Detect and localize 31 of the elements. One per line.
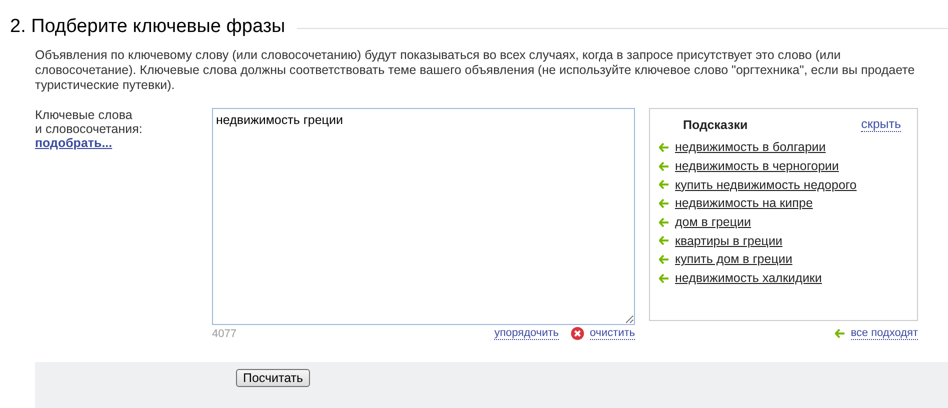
field-label-line: и словосочетания: [35,122,144,136]
arrow-left-icon [834,329,845,338]
hint-link[interactable]: недвижимость в болгарии [675,140,826,154]
arrow-left-icon [659,236,669,246]
clear-icon[interactable] [570,327,584,340]
arrow-left-icon [659,180,669,190]
field-label-line: Ключевые слова [35,108,134,122]
arrow-left-icon [659,198,669,208]
description-text: Объявления по ключевому слову (или словосочетанию) будут показываться во всех случаях, когда в запросе присутствует это слово (или словосочетание). Ключевые слова должны соответствовать теме вашего объявления (не используйте ключевое слово "оргтехника", если вы продаете туристические путевки). [35,48,915,93]
keywords-input-field[interactable]: недвижимость греции [212,108,635,325]
hint-link[interactable]: квартиры в греции [675,234,782,248]
hint-link[interactable]: недвижимость на кипре [675,196,813,210]
arrow-left-icon [659,254,669,264]
character-count: 4077 [212,328,238,340]
pick-link[interactable]: подобрать... [35,136,112,150]
hint-link[interactable]: недвижимость халкидики [675,271,822,286]
sort-link[interactable]: упорядочить [494,327,559,340]
hints-title: Подсказки [683,118,748,132]
arrow-left-icon [659,218,669,227]
arrow-left-icon [659,162,669,171]
hide-link[interactable]: скрыть [861,118,901,132]
calculate-button[interactable]: Посчитать [236,369,310,387]
hint-link[interactable]: недвижимость в черногории [675,159,839,174]
hint-link[interactable]: дом в греции [675,215,752,230]
arrow-left-icon [659,142,669,152]
accept-all-link[interactable]: все подходят [850,327,918,340]
clear-link[interactable]: очистить [590,327,635,340]
hint-link[interactable]: купить дом в греции [675,252,792,266]
arrow-left-icon [659,274,669,283]
section-heading: 2. Подберите ключевые фразы [10,16,286,38]
hint-link[interactable]: купить недвижимость недорого [675,178,857,192]
